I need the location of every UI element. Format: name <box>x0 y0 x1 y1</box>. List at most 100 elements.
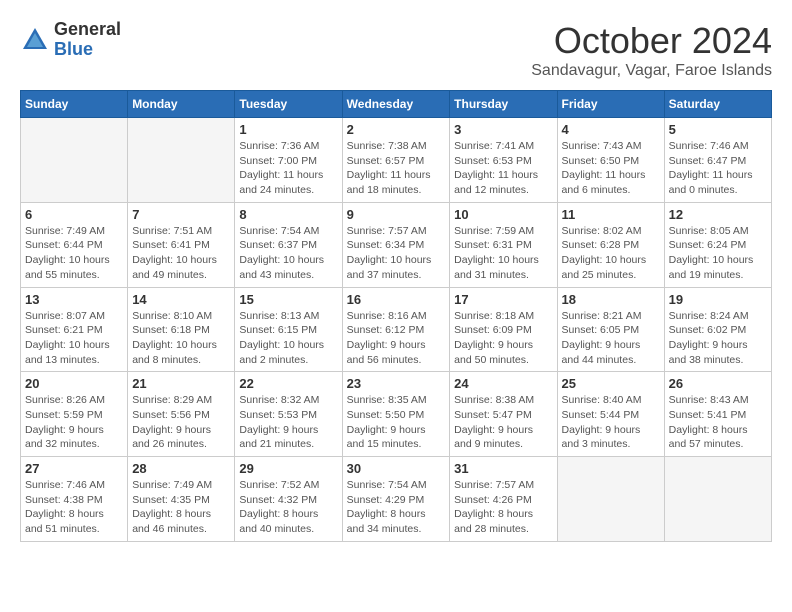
day-info: Sunrise: 7:57 AM Sunset: 6:34 PM Dayligh… <box>347 224 446 283</box>
day-info: Sunrise: 7:36 AM Sunset: 7:00 PM Dayligh… <box>239 139 337 198</box>
day-number: 25 <box>562 376 660 391</box>
day-number: 26 <box>669 376 767 391</box>
calendar-cell: 9 Sunrise: 7:57 AM Sunset: 6:34 PM Daylig… <box>342 202 450 287</box>
calendar-cell: 25Sunrise: 8:40 AM Sunset: 5:44 PM Dayli… <box>557 372 664 457</box>
calendar-cell: 13 Sunrise: 8:07 AM Sunset: 6:21 PM Dayli… <box>21 287 128 372</box>
calendar-week-row: 6 Sunrise: 7:49 AM Sunset: 6:44 PM Daylig… <box>21 202 772 287</box>
calendar-cell: 11 Sunrise: 8:02 AM Sunset: 6:28 PM Dayli… <box>557 202 664 287</box>
calendar-week-row: 13 Sunrise: 8:07 AM Sunset: 6:21 PM Dayli… <box>21 287 772 372</box>
logo-blue: Blue <box>54 40 121 60</box>
day-number: 31 <box>454 461 552 476</box>
day-number: 12 <box>669 207 767 222</box>
calendar-cell <box>21 118 128 203</box>
day-number: 22 <box>239 376 337 391</box>
calendar-cell: 14 Sunrise: 8:10 AM Sunset: 6:18 PM Dayli… <box>128 287 235 372</box>
logo-text: General Blue <box>54 20 121 60</box>
calendar-cell: 29Sunrise: 7:52 AM Sunset: 4:32 PM Dayli… <box>235 457 342 542</box>
day-info: Sunrise: 8:10 AM Sunset: 6:18 PM Dayligh… <box>132 309 230 368</box>
weekday-header-saturday: Saturday <box>664 91 771 118</box>
day-number: 11 <box>562 207 660 222</box>
weekday-header-sunday: Sunday <box>21 91 128 118</box>
month-title: October 2024 <box>531 20 772 62</box>
day-number: 8 <box>239 207 337 222</box>
day-number: 3 <box>454 122 552 137</box>
day-number: 24 <box>454 376 552 391</box>
calendar-cell: 6 Sunrise: 7:49 AM Sunset: 6:44 PM Daylig… <box>21 202 128 287</box>
calendar-cell: 4Sunrise: 7:43 AM Sunset: 6:50 PM Daylig… <box>557 118 664 203</box>
calendar-cell: 21Sunrise: 8:29 AM Sunset: 5:56 PM Dayli… <box>128 372 235 457</box>
day-number: 20 <box>25 376 123 391</box>
day-info: Sunrise: 7:43 AM Sunset: 6:50 PM Dayligh… <box>562 139 660 198</box>
weekday-header-thursday: Thursday <box>450 91 557 118</box>
day-info: Sunrise: 8:02 AM Sunset: 6:28 PM Dayligh… <box>562 224 660 283</box>
day-info: Sunrise: 7:57 AM Sunset: 4:26 PM Dayligh… <box>454 478 552 537</box>
calendar-cell: 7Sunrise: 7:51 AM Sunset: 6:41 PM Daylig… <box>128 202 235 287</box>
calendar-cell: 27 Sunrise: 7:46 AM Sunset: 4:38 PM Dayli… <box>21 457 128 542</box>
day-info: Sunrise: 7:59 AM Sunset: 6:31 PM Dayligh… <box>454 224 552 283</box>
day-number: 29 <box>239 461 337 476</box>
calendar-cell <box>664 457 771 542</box>
calendar-cell: 20 Sunrise: 8:26 AM Sunset: 5:59 PM Dayli… <box>21 372 128 457</box>
calendar-week-row: 27 Sunrise: 7:46 AM Sunset: 4:38 PM Dayli… <box>21 457 772 542</box>
day-info: Sunrise: 7:49 AM Sunset: 6:44 PM Dayligh… <box>25 224 123 283</box>
calendar-cell: 12 Sunrise: 8:05 AM Sunset: 6:24 PM Dayli… <box>664 202 771 287</box>
day-info: Sunrise: 7:46 AM Sunset: 6:47 PM Dayligh… <box>669 139 767 198</box>
weekday-header-row: SundayMondayTuesdayWednesdayThursdayFrid… <box>21 91 772 118</box>
calendar-cell: 23Sunrise: 8:35 AM Sunset: 5:50 PM Dayli… <box>342 372 450 457</box>
calendar-cell: 18Sunrise: 8:21 AM Sunset: 6:05 PM Dayli… <box>557 287 664 372</box>
day-info: Sunrise: 7:49 AM Sunset: 4:35 PM Dayligh… <box>132 478 230 537</box>
day-number: 9 <box>347 207 446 222</box>
calendar-cell: 5 Sunrise: 7:46 AM Sunset: 6:47 PM Daylig… <box>664 118 771 203</box>
day-info: Sunrise: 8:26 AM Sunset: 5:59 PM Dayligh… <box>25 393 123 452</box>
calendar-cell: 8Sunrise: 7:54 AM Sunset: 6:37 PM Daylig… <box>235 202 342 287</box>
calendar-cell: 24 Sunrise: 8:38 AM Sunset: 5:47 PM Dayli… <box>450 372 557 457</box>
calendar-cell: 26 Sunrise: 8:43 AM Sunset: 5:41 PM Dayli… <box>664 372 771 457</box>
logo: General Blue <box>20 20 121 60</box>
day-info: Sunrise: 8:29 AM Sunset: 5:56 PM Dayligh… <box>132 393 230 452</box>
day-number: 27 <box>25 461 123 476</box>
calendar-cell: 28 Sunrise: 7:49 AM Sunset: 4:35 PM Dayli… <box>128 457 235 542</box>
day-info: Sunrise: 7:54 AM Sunset: 4:29 PM Dayligh… <box>347 478 446 537</box>
day-number: 6 <box>25 207 123 222</box>
calendar-cell: 16 Sunrise: 8:16 AM Sunset: 6:12 PM Dayli… <box>342 287 450 372</box>
page-header: General Blue October 2024 Sandavagur, Va… <box>20 20 772 80</box>
day-info: Sunrise: 8:07 AM Sunset: 6:21 PM Dayligh… <box>25 309 123 368</box>
calendar-cell: 19Sunrise: 8:24 AM Sunset: 6:02 PM Dayli… <box>664 287 771 372</box>
day-info: Sunrise: 8:16 AM Sunset: 6:12 PM Dayligh… <box>347 309 446 368</box>
day-number: 28 <box>132 461 230 476</box>
day-info: Sunrise: 8:38 AM Sunset: 5:47 PM Dayligh… <box>454 393 552 452</box>
day-number: 30 <box>347 461 446 476</box>
day-info: Sunrise: 8:13 AM Sunset: 6:15 PM Dayligh… <box>239 309 337 368</box>
calendar-cell: 22 Sunrise: 8:32 AM Sunset: 5:53 PM Dayli… <box>235 372 342 457</box>
day-number: 15 <box>239 292 337 307</box>
location: Sandavagur, Vagar, Faroe Islands <box>531 62 772 80</box>
day-number: 13 <box>25 292 123 307</box>
day-number: 14 <box>132 292 230 307</box>
weekday-header-friday: Friday <box>557 91 664 118</box>
day-number: 16 <box>347 292 446 307</box>
day-info: Sunrise: 7:41 AM Sunset: 6:53 PM Dayligh… <box>454 139 552 198</box>
day-info: Sunrise: 8:24 AM Sunset: 6:02 PM Dayligh… <box>669 309 767 368</box>
day-info: Sunrise: 8:35 AM Sunset: 5:50 PM Dayligh… <box>347 393 446 452</box>
day-info: Sunrise: 7:46 AM Sunset: 4:38 PM Dayligh… <box>25 478 123 537</box>
weekday-header-wednesday: Wednesday <box>342 91 450 118</box>
calendar-cell: 10Sunrise: 7:59 AM Sunset: 6:31 PM Dayli… <box>450 202 557 287</box>
title-section: October 2024 Sandavagur, Vagar, Faroe Is… <box>531 20 772 80</box>
calendar-cell: 17Sunrise: 8:18 AM Sunset: 6:09 PM Dayli… <box>450 287 557 372</box>
day-number: 7 <box>132 207 230 222</box>
calendar-cell: 31 Sunrise: 7:57 AM Sunset: 4:26 PM Dayli… <box>450 457 557 542</box>
day-info: Sunrise: 8:05 AM Sunset: 6:24 PM Dayligh… <box>669 224 767 283</box>
calendar-cell: 15 Sunrise: 8:13 AM Sunset: 6:15 PM Dayli… <box>235 287 342 372</box>
day-info: Sunrise: 8:43 AM Sunset: 5:41 PM Dayligh… <box>669 393 767 452</box>
weekday-header-tuesday: Tuesday <box>235 91 342 118</box>
weekday-header-monday: Monday <box>128 91 235 118</box>
day-number: 1 <box>239 122 337 137</box>
logo-icon <box>20 25 50 55</box>
calendar-week-row: 1 Sunrise: 7:36 AM Sunset: 7:00 PM Daylig… <box>21 118 772 203</box>
day-number: 5 <box>669 122 767 137</box>
calendar-table: SundayMondayTuesdayWednesdayThursdayFrid… <box>20 90 772 542</box>
day-info: Sunrise: 8:32 AM Sunset: 5:53 PM Dayligh… <box>239 393 337 452</box>
calendar-cell <box>557 457 664 542</box>
calendar-cell: 1 Sunrise: 7:36 AM Sunset: 7:00 PM Daylig… <box>235 118 342 203</box>
calendar-cell <box>128 118 235 203</box>
